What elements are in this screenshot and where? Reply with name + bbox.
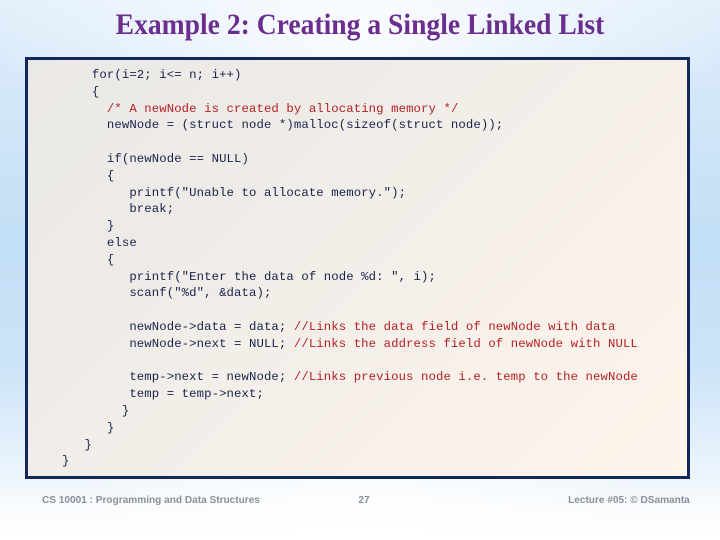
slide-canvas: Example 2: Creating a Single Linked List… — [0, 0, 720, 540]
slide-footer: CS 10001 : Programming and Data Structur… — [0, 482, 720, 540]
code-listing: for(i=2; i<= n; i++) { /* A newNode is c… — [62, 68, 638, 469]
footer-course-label: CS 10001 : Programming and Data Structur… — [42, 494, 260, 506]
footer-lecture-credit: Lecture #05: © DSamanta — [568, 494, 690, 506]
page-title: Example 2: Creating a Single Linked List — [115, 8, 605, 41]
code-block-panel: for(i=2; i<= n; i++) { /* A newNode is c… — [25, 57, 690, 479]
footer-page-number: 27 — [358, 494, 370, 506]
